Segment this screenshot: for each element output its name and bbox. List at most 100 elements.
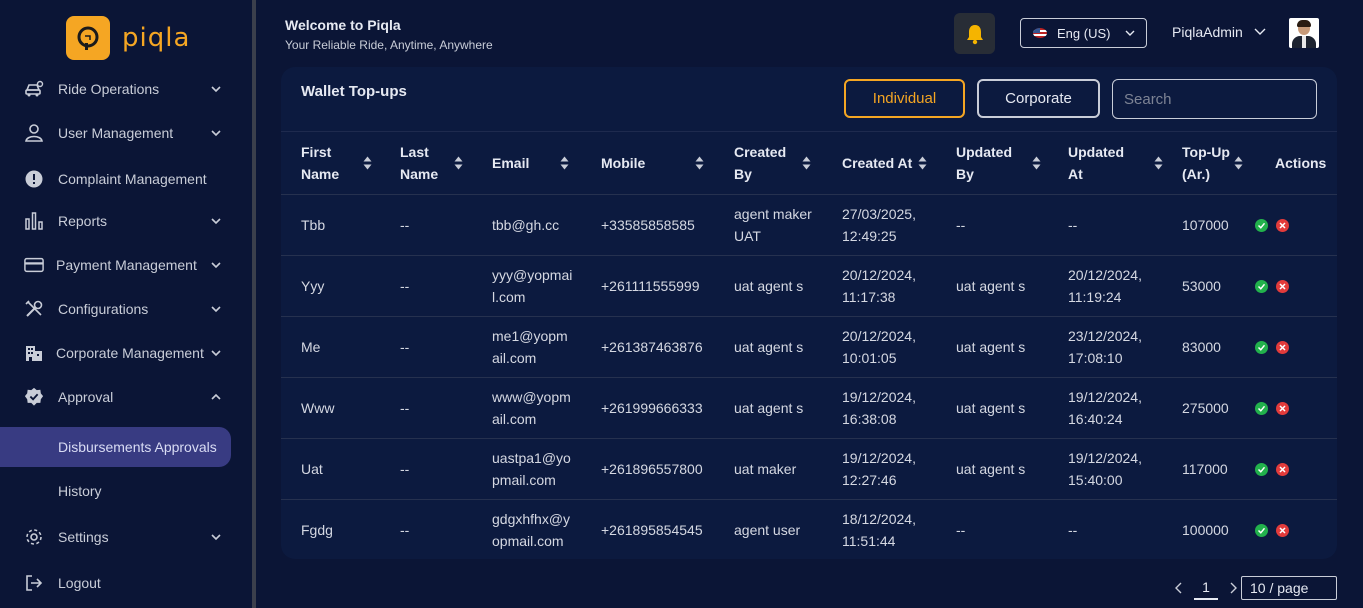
reject-button[interactable] (1276, 279, 1289, 293)
brand-logo[interactable]: piqla (66, 16, 190, 60)
cell-text: 275000 (1182, 400, 1229, 416)
sort-icon[interactable] (363, 155, 372, 171)
approve-button[interactable] (1255, 401, 1268, 415)
actions-cell (1255, 255, 1337, 317)
cell-text: 19/12/2024, (842, 450, 916, 466)
column-header[interactable]: Email (472, 131, 581, 195)
check-icon (1257, 222, 1266, 229)
prev-page-button[interactable] (1174, 582, 1184, 594)
cell-text: uat agent s (956, 278, 1026, 294)
sort-icon[interactable] (695, 155, 704, 171)
email-cell: me1@yopm ail.com (472, 316, 581, 378)
cell-text: pmail.com (492, 472, 556, 488)
page-number-button[interactable]: 1 (1194, 576, 1218, 600)
created-at-cell: 19/12/2024, 12:27:46 (822, 438, 936, 500)
email-cell: tbb@gh.cc (472, 194, 581, 256)
us-flag-icon (1033, 28, 1047, 38)
cell-text: uat agent s (956, 461, 1026, 477)
column-header[interactable]: Mobile (581, 131, 714, 195)
check-icon (1257, 405, 1266, 412)
language-selector[interactable]: Eng (US) (1020, 18, 1147, 48)
sidebar-item-settings[interactable]: Settings (0, 515, 252, 559)
approve-button[interactable] (1255, 279, 1268, 293)
cell-text: 19/12/2024, (842, 389, 916, 405)
mobile-cell: +261895854545 (581, 500, 714, 560)
next-page-button[interactable] (1228, 582, 1238, 594)
cell-text: 16:38:08 (842, 411, 897, 427)
first-name-cell: Tbb (281, 194, 380, 256)
cell-text: tbb@gh.cc (492, 217, 560, 233)
updated-at-cell: -- (1048, 500, 1162, 560)
created-by-cell: uat agent s (714, 255, 822, 317)
approve-button[interactable] (1255, 523, 1268, 537)
sidebar-item-approval[interactable]: Approval (0, 375, 252, 419)
sidebar-item-ride-operations[interactable]: Ride Operations (0, 67, 252, 111)
sidebar-item-disbursements-approvals[interactable]: Disbursements Approvals (0, 427, 231, 467)
mobile-cell: +261896557800 (581, 438, 714, 500)
created-by-cell: agent user (714, 500, 822, 560)
reject-button[interactable] (1276, 401, 1289, 415)
page-welcome-title: Welcome to Piqla (285, 17, 401, 33)
reject-button[interactable] (1276, 523, 1289, 537)
sidebar-item-label: User Management (58, 125, 174, 141)
individual-tab-button[interactable]: Individual (844, 79, 965, 118)
approve-button[interactable] (1255, 462, 1268, 476)
cell-text: +261999666333 (601, 400, 703, 416)
sidebar-item-label: Payment Management (56, 257, 197, 273)
sidebar-item-corporate-management[interactable]: Corporate Management (0, 331, 252, 375)
sidebar-item-configurations[interactable]: Configurations (0, 287, 252, 331)
avatar[interactable] (1289, 18, 1319, 48)
user-menu[interactable]: PiqlaAdmin (1172, 24, 1267, 40)
sidebar-item-history[interactable]: History (0, 469, 252, 513)
cell-text: yyy@yopmai (492, 267, 573, 283)
sidebar-item-logout[interactable]: Logout (0, 561, 252, 605)
approve-button[interactable] (1255, 340, 1268, 354)
sidebar-item-reports[interactable]: Reports (0, 199, 252, 243)
last-name-cell: -- (380, 438, 472, 500)
cell-text: -- (400, 461, 410, 477)
column-header[interactable]: Top-Up (Ar.) (1162, 131, 1255, 195)
column-header[interactable]: Updated At (1048, 131, 1163, 195)
cell-text: me1@yopm (492, 328, 568, 344)
table-row: Fgdg -- gdgxhfhx@y opmail.com +261895854545 a… (281, 500, 1337, 560)
reject-button[interactable] (1276, 462, 1289, 476)
chevron-up-icon (211, 393, 221, 400)
email-cell: uastpa1@yo pmail.com (472, 438, 581, 500)
column-header-label: Mobile (601, 155, 646, 171)
corporate-tab-button[interactable]: Corporate (977, 79, 1100, 118)
badge-check-icon (24, 387, 44, 407)
column-header[interactable]: Last Name (380, 131, 472, 195)
chevron-down-icon (211, 218, 221, 225)
page-size-selector[interactable]: 10 / page (1241, 576, 1337, 600)
sort-icon[interactable] (1032, 155, 1041, 171)
sidebar-divider[interactable] (252, 0, 256, 608)
column-header[interactable]: First Name (281, 131, 380, 195)
cell-text: ail.com (492, 350, 537, 366)
cell-text: 117000 (1182, 461, 1228, 477)
sort-icon[interactable] (802, 155, 811, 171)
sidebar-item-payment-management[interactable]: Payment Management (0, 243, 252, 287)
cell-text: -- (956, 522, 966, 538)
search-input[interactable] (1112, 79, 1317, 119)
reject-button[interactable] (1276, 218, 1289, 232)
email-cell: yyy@yopmai l.com (472, 255, 581, 317)
last-name-cell: -- (380, 500, 472, 560)
approve-button[interactable] (1255, 218, 1268, 232)
notifications-button[interactable] (954, 13, 995, 54)
car-icon (24, 79, 44, 99)
cell-text: +261896557800 (601, 461, 703, 477)
sort-icon[interactable] (560, 155, 569, 171)
column-header[interactable]: Updated By (936, 131, 1048, 195)
sort-icon[interactable] (1234, 155, 1243, 171)
created-by-cell: uat agent s (714, 316, 822, 378)
cell-text: -- (1068, 217, 1078, 233)
bar-chart-icon (24, 211, 44, 231)
sort-icon[interactable] (454, 155, 463, 171)
column-header[interactable]: Created At (822, 131, 936, 195)
reject-button[interactable] (1276, 340, 1289, 354)
sort-icon[interactable] (918, 155, 927, 171)
check-icon (1257, 344, 1266, 351)
sidebar-item-complaint-management[interactable]: Complaint Management (0, 157, 252, 201)
sidebar-item-user-management[interactable]: User Management (0, 111, 252, 155)
column-header[interactable]: Created By (714, 131, 822, 195)
